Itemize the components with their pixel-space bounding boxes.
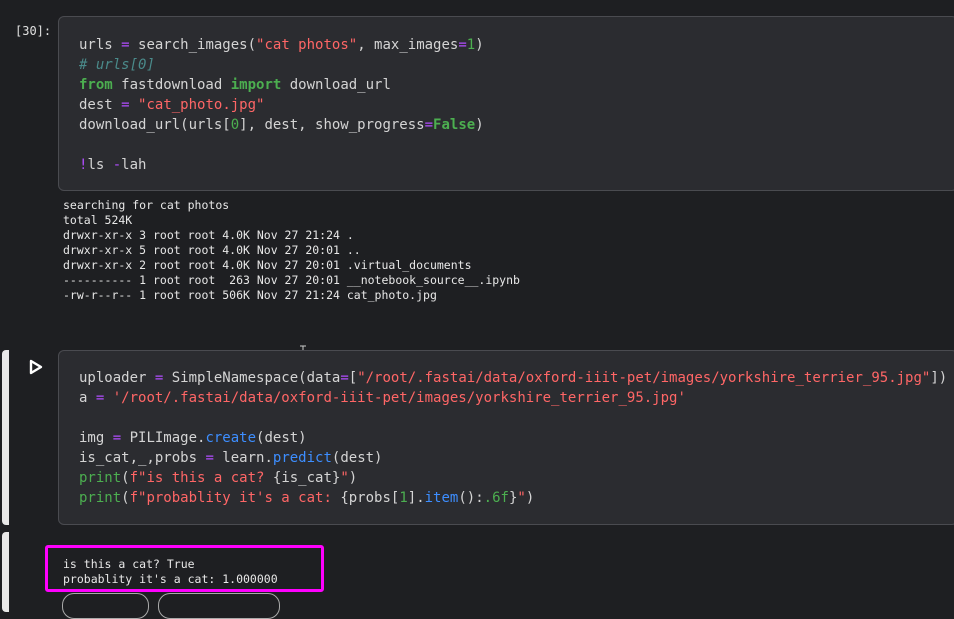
code-token: download_url(urls[ (79, 117, 231, 133)
cell-output-2: is this a cat? True probablity it's a cat… (63, 557, 278, 587)
output-button[interactable] (158, 593, 280, 619)
code-token: '/root/.fastai/data/oxford-iiit-pet/imag… (112, 390, 686, 406)
code-token: item (424, 490, 459, 506)
code-token: 1 (399, 490, 408, 506)
code-token: = (340, 370, 349, 386)
code-token: 1 (466, 37, 476, 53)
code-line: a = '/root/.fastai/data/oxford-iiit-pet/… (79, 388, 947, 408)
code-token: "cat photos" (256, 37, 358, 53)
code-token: learn. (213, 450, 273, 466)
code-token: ( (121, 470, 130, 486)
output-line: drwxr-xr-x 5 root root 4.0K Nov 27 20:01… (63, 243, 361, 257)
code-token: ) (348, 470, 358, 486)
code-token: ) (475, 37, 484, 53)
highlighted-output: is this a cat? True probablity it's a cat… (45, 545, 324, 592)
execution-count: [30]: (15, 24, 52, 38)
code-editor-1[interactable]: urls = search_images("cat photos", max_i… (58, 16, 954, 191)
cell-output-1: searching for cat photos total 524K drwxr-… (63, 198, 520, 303)
code-token: False (433, 117, 476, 133)
code-token: {is_cat} (272, 470, 341, 486)
code-line: is_cat,_,probs = learn.predict(dest) (79, 448, 947, 468)
code-token: search_images( (129, 37, 257, 53)
code-token: uploader (79, 370, 155, 386)
output-line: probablity it's a cat: 1.000000 (63, 572, 278, 586)
code-token: # urls[0] (79, 57, 155, 73)
code-line: urls = search_images("cat photos", max_i… (79, 35, 484, 55)
code-token: " (340, 470, 349, 486)
code-token: = (424, 117, 434, 133)
code-token: print (79, 470, 122, 486)
code-token: {probs[ (340, 490, 400, 506)
code-token: ], dest, show_progress (239, 117, 425, 133)
code-token: import (230, 77, 282, 93)
output-line: ---------- 1 root root 263 Nov 27 20:01 … (63, 273, 520, 287)
output-button[interactable] (62, 593, 149, 619)
code-token: ls (87, 157, 113, 173)
code-line: !ls -lah (79, 155, 484, 175)
code-token: "cat_photo.jpg" (138, 97, 265, 113)
code-token: img (79, 430, 113, 446)
code-token: = (458, 37, 467, 53)
output-line: drwxr-xr-x 3 root root 4.0K Nov 27 21:24… (63, 228, 354, 242)
code-token: 0 (230, 117, 240, 133)
code-token: (): (458, 490, 484, 506)
code-token: fastdownload (112, 77, 231, 93)
code-token: = (112, 430, 122, 446)
code-line: from fastdownload import download_url (79, 75, 484, 95)
cell-selection-bar[interactable] (2, 350, 9, 525)
code-token: - (112, 157, 122, 173)
code-token: SimpleNamespace(data (163, 370, 341, 386)
code-line: download_url(urls[0], dest, show_progres… (79, 115, 484, 135)
code-token: print (79, 490, 122, 506)
code-token: from (79, 77, 113, 93)
code-token: is_cat,_,probs (79, 450, 206, 466)
output-line: drwxr-xr-x 2 root root 4.0K Nov 27 20:01… (63, 258, 472, 272)
output-line: -rw-r--r-- 1 root root 506K Nov 27 21:24… (63, 288, 437, 302)
code-token: [ (348, 370, 358, 386)
code-line: # urls[0] (79, 55, 484, 75)
code-line: img = PILImage.create(dest) (79, 428, 947, 448)
code-editor-2[interactable]: uploader = SimpleNamespace(data=["/root/… (58, 350, 954, 525)
code-token: create (205, 430, 257, 446)
output-line: total 524K (63, 213, 133, 227)
code-token: predict (272, 450, 332, 466)
code-token: PILImage. (121, 430, 206, 446)
code-token: " (517, 490, 526, 506)
run-cell-icon[interactable] (29, 359, 43, 375)
code-line: print(f"is this a cat? {is_cat}") (79, 468, 947, 488)
output-line: searching for cat photos (63, 198, 230, 212)
code-token: = (205, 450, 214, 466)
code-token: "/root/.fastai/data/oxford-iiit-pet/imag… (357, 370, 931, 386)
code-token: ) (475, 117, 484, 133)
code-content[interactable]: urls = search_images("cat photos", max_i… (79, 35, 484, 175)
output-line: is this a cat? True (63, 557, 195, 571)
code-token: download_url (281, 77, 391, 93)
code-token: urls (79, 37, 122, 53)
code-token: a (79, 390, 96, 406)
code-token: f"is this a cat? (129, 470, 273, 486)
code-token: ]) (930, 370, 948, 386)
output-collapse-bar[interactable] (2, 532, 9, 612)
code-token: dest (79, 97, 122, 113)
code-token: (dest) (256, 430, 307, 446)
code-token: ) (525, 490, 535, 506)
code-token: = (121, 97, 130, 113)
code-line: uploader = SimpleNamespace(data=["/root/… (79, 368, 947, 388)
code-token: lah (121, 157, 147, 173)
code-token: (dest) (331, 450, 383, 466)
code-token: f"probablity it's a cat: (129, 490, 341, 506)
code-token: = (121, 37, 130, 53)
code-token: .6f (483, 490, 509, 506)
code-line: dest = "cat_photo.jpg" (79, 95, 484, 115)
code-token: , max_images (357, 37, 459, 53)
code-content[interactable]: uploader = SimpleNamespace(data=["/root/… (79, 368, 947, 508)
code-line: print(f"probablity it's a cat: {probs[1]… (79, 488, 947, 508)
code-token: ( (121, 490, 130, 506)
code-token: ]. (407, 490, 425, 506)
